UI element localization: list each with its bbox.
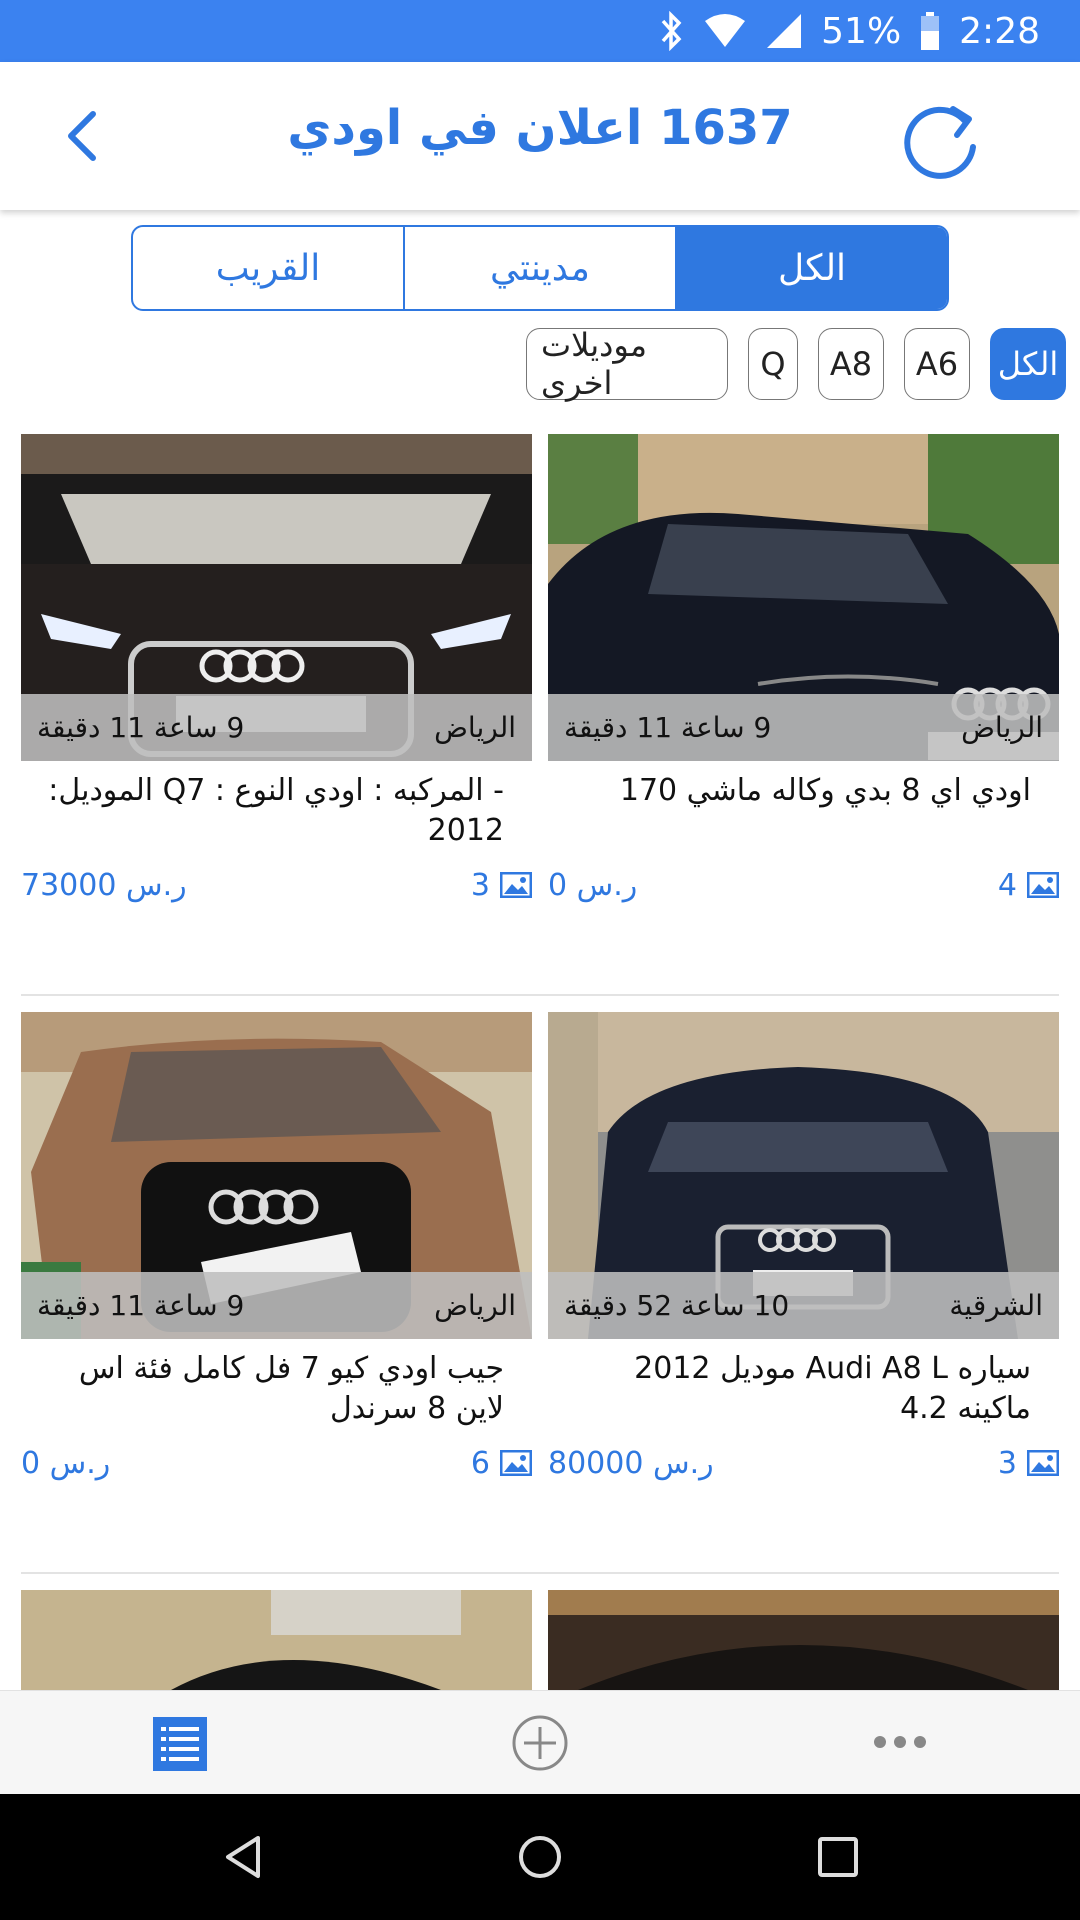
listing-time: 9 ساعة 11 دقيقة [564,711,772,744]
bottom-tab-bar [0,1690,1080,1794]
listing-photo[interactable]: الرياض 9 ساعة 11 دقيقة [21,434,532,761]
chevron-left-icon [68,111,96,161]
add-listing-button[interactable] [510,1713,570,1773]
listing-footer: 0 ر.س 4 [548,865,1059,905]
listing-photo[interactable] [548,1590,1059,1690]
chip-a8[interactable]: A8 [818,328,884,400]
listing-title: جيب اودي كيو 7 فل كامل فئة اس لاين 8 سرن… [78,1351,504,1426]
listing-meta: الرياض 9 ساعة 11 دقيقة [21,694,532,761]
add-circle-icon [512,1715,568,1771]
location-filter: القريب مدينتي الكل [131,225,949,311]
listing-city: الرياض [961,711,1043,744]
list-view-button[interactable] [153,1717,207,1771]
square-recents-icon [818,1837,858,1877]
listing-footer: 80000 ر.س 3 [548,1443,1059,1483]
listing-photo[interactable]: الرياض 9 ساعة 11 دقيقة [21,1012,532,1339]
segment-all[interactable]: الكل [675,227,947,309]
listing-title: سياره Audi A8 L موديل 2012 ماكينه 4.2 [634,1351,1031,1426]
nav-home-button[interactable] [515,1832,565,1882]
listing-meta: الشرقية 10 ساعة 52 دقيقة [548,1272,1059,1339]
listing-photo[interactable]: الشرقية 10 ساعة 52 دقيقة [548,1012,1059,1339]
status-bar: 51% 2:28 [0,0,1080,62]
row-divider [21,994,1059,996]
listing-card[interactable] [548,1590,1059,1690]
listing-city: الشرقية [949,1289,1043,1322]
listing-price: 0 ر.س [548,867,638,903]
listing-time: 10 ساعة 52 دقيقة [564,1289,790,1322]
triangle-back-icon [226,1836,260,1878]
more-button[interactable] [872,1727,928,1757]
battery-icon [919,11,941,51]
listing-photo[interactable]: الرياض 9 ساعة 11 دقيقة [548,434,1059,761]
listing-card[interactable]: الرياض 9 ساعة 11 دقيقة جيب اودي كيو 7 فل… [21,1012,532,1483]
system-nav-bar [0,1794,1080,1920]
row-divider [21,1572,1059,1574]
listing-card[interactable]: الشرقية 10 ساعة 52 دقيقة سياره Audi A8 L… [548,1012,1059,1483]
listing-time: 9 ساعة 11 دقيقة [37,1289,245,1322]
listing-footer: 73000 ر.س 3 [21,865,532,905]
segment-nearby[interactable]: القريب [133,227,403,309]
clock: 2:28 [959,10,1040,52]
signal-icon [765,11,803,51]
chip-all[interactable]: الكل [990,328,1066,400]
photo-count: 3 [998,1446,1059,1481]
app-bar: 1637 اعلان في اودي [0,62,1080,210]
chip-other-models[interactable]: موديلات اخرى [526,326,728,402]
listing-meta: الرياض 9 ساعة 11 دقيقة [548,694,1059,761]
image-icon [500,1450,532,1476]
image-icon [500,872,532,898]
back-button[interactable] [55,106,115,166]
photo-count: 3 [471,868,532,903]
model-filter: الكل A6 A8 Q موديلات اخرى [526,326,1066,402]
listing-time: 9 ساعة 11 دقيقة [37,711,245,744]
battery-percent: 51% [821,10,902,52]
listing-city: الرياض [434,1289,516,1322]
page-title: 1637 اعلان في اودي [287,100,793,156]
refresh-button[interactable] [895,97,985,187]
listing-meta: الرياض 9 ساعة 11 دقيقة [21,1272,532,1339]
segment-my-city[interactable]: مدينتي [403,227,675,309]
nav-recents-button[interactable] [815,1834,861,1880]
listing-card[interactable]: الرياض 9 ساعة 11 دقيقة - المركبه : اودي … [21,434,532,905]
listing-card[interactable] [21,1590,532,1690]
listing-price: 0 ر.س [21,1445,111,1481]
listing-footer: 0 ر.س 6 [21,1443,532,1483]
listing-card[interactable]: الرياض 9 ساعة 11 دقيقة اودي اي 8 بدي وكا… [548,434,1059,905]
listing-title: اودي اي 8 بدي وكاله ماشي 170 [619,773,1031,808]
listing-title: - المركبه : اودي النوع : Q7 الموديل: 201… [48,773,504,848]
listing-price: 80000 ر.س [548,1445,714,1481]
image-icon [1027,872,1059,898]
photo-count: 6 [471,1446,532,1481]
photo-count: 4 [998,868,1059,903]
chip-q[interactable]: Q [748,328,798,400]
bluetooth-icon [659,11,685,51]
refresh-icon [904,106,976,179]
listing-price: 73000 ر.س [21,867,187,903]
circle-home-icon [519,1836,561,1878]
listing-photo[interactable] [21,1590,532,1690]
image-icon [1027,1450,1059,1476]
chip-a6[interactable]: A6 [904,328,970,400]
more-dots-icon [874,1736,926,1748]
wifi-icon [703,11,747,51]
nav-back-button[interactable] [220,1832,270,1882]
list-icon [153,1717,207,1771]
listing-city: الرياض [434,711,516,744]
